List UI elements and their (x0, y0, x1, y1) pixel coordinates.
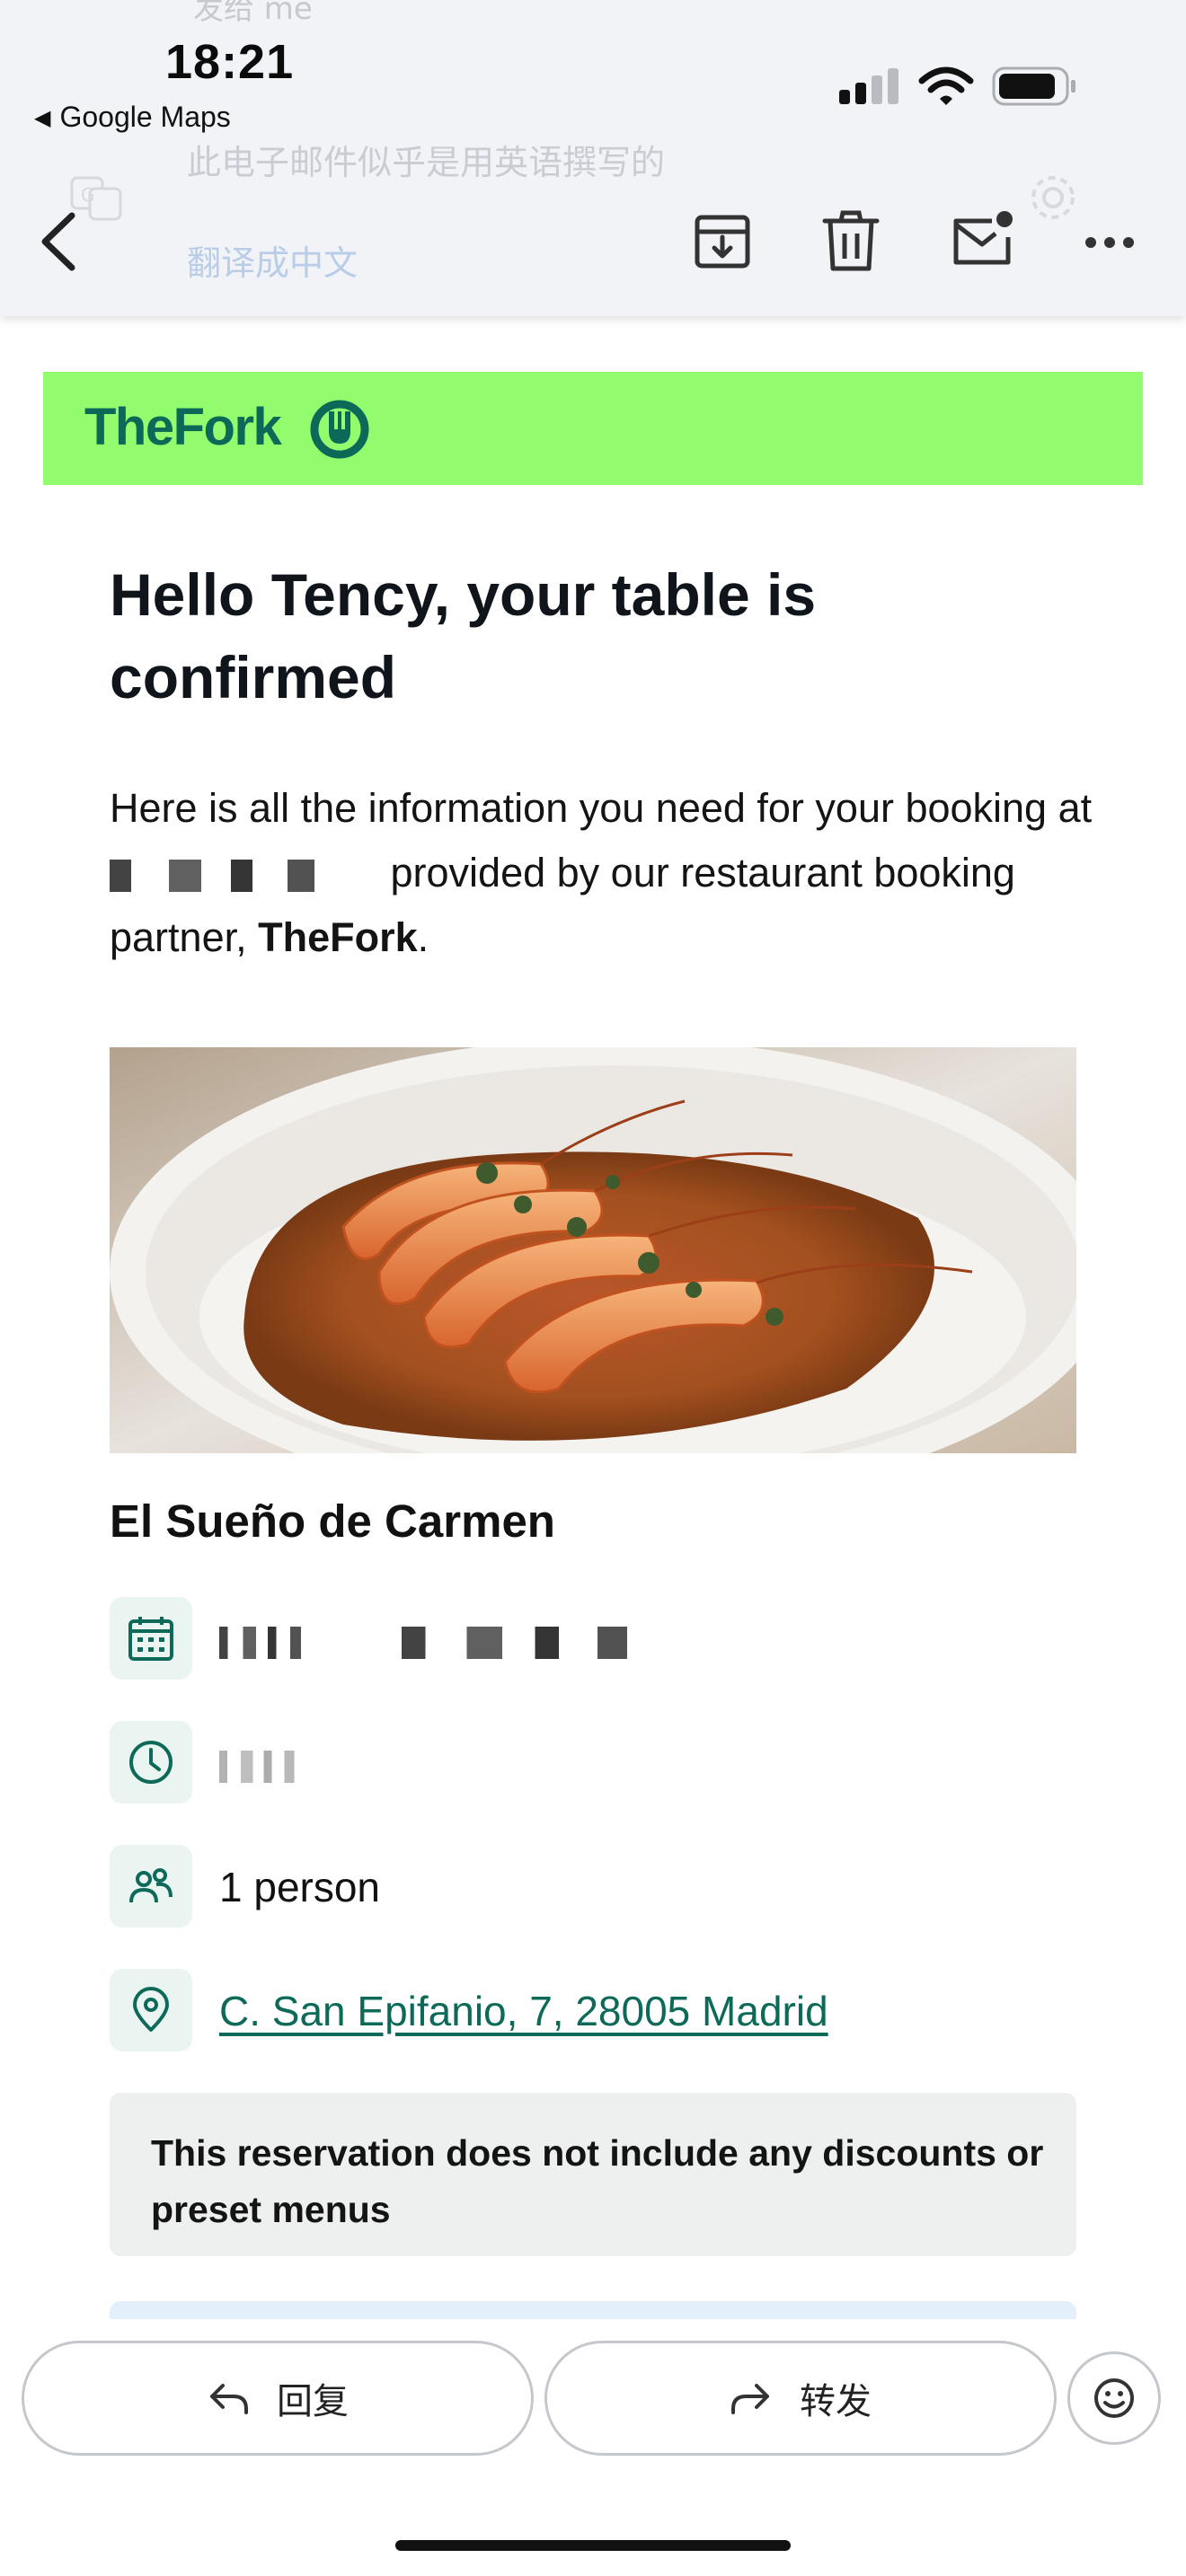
address-row: C. San Epifanio, 7, 28005 Madrid (110, 1969, 1098, 2051)
brand-banner: TheFork (43, 372, 1143, 485)
emoji-icon (1094, 2378, 1134, 2418)
svg-text:G: G (81, 184, 95, 206)
intro-text-part1: Here is all the information you need for… (110, 785, 1093, 831)
cellular-signal-icon (839, 68, 898, 104)
address-link[interactable]: C. San Epifanio, 7, 28005 Madrid (219, 1988, 828, 2034)
intro-end: . (417, 914, 429, 960)
party-size-row: 1 person (110, 1845, 1098, 1928)
back-triangle-icon: ◀ (34, 106, 51, 130)
gear-icon[interactable] (1026, 171, 1080, 225)
mail-top-bar: 发给 me G 此电子邮件似乎是用英语撰写的 翻译成中文 18:21 ◀ Goog… (0, 0, 1186, 316)
back-arrow-icon[interactable] (36, 210, 81, 273)
restaurant-name: El Sueño de Carmen (110, 1495, 555, 1547)
battery-icon (992, 66, 1075, 106)
booking-date-row (110, 1597, 1098, 1680)
booking-time-row (110, 1721, 1098, 1804)
mark-unread-icon[interactable] (951, 208, 1013, 269)
ghost-from-line: 发给 me (193, 0, 313, 27)
redacted-date-part2 (401, 1627, 698, 1659)
intro-brand-bold: TheFork (258, 914, 418, 960)
booking-time-value (219, 1739, 318, 1787)
forward-button[interactable]: 转发 (544, 2341, 1057, 2456)
booking-date-value (219, 1615, 698, 1663)
email-headline: Hello Tency, your table is confirmed (110, 561, 817, 710)
forward-label: 转发 (800, 2381, 872, 2422)
redacted-restaurant-name (110, 860, 379, 892)
people-icon (110, 1845, 192, 1928)
party-size-value: 1 person (219, 1864, 381, 1910)
notice-text: This reservation does not include any di… (151, 2132, 1044, 2230)
trash-icon[interactable] (821, 208, 881, 273)
reply-label: 回复 (277, 2381, 349, 2422)
thefork-logo-icon (310, 400, 369, 459)
home-indicator[interactable] (395, 2540, 791, 2551)
restaurant-photo (110, 1047, 1076, 1453)
language-notice: 此电子邮件似乎是用英语撰写的 (187, 143, 666, 182)
back-to-app-link[interactable]: ◀ Google Maps (34, 101, 231, 134)
redacted-date-part1 (219, 1627, 327, 1659)
wifi-icon (918, 66, 974, 105)
redacted-time (219, 1751, 318, 1783)
status-time: 18:21 (165, 35, 295, 89)
thefork-logo: TheFork (84, 398, 282, 456)
intro-paragraph: Here is all the information you need for… (110, 776, 1098, 970)
calendar-icon (110, 1597, 192, 1680)
notice-box: This reservation does not include any di… (110, 2093, 1076, 2256)
translate-link[interactable]: 翻译成中文 (187, 235, 358, 285)
emoji-reaction-button[interactable] (1067, 2351, 1161, 2445)
forward-arrow-icon (731, 2384, 769, 2414)
clock-icon (110, 1721, 192, 1804)
reply-arrow-icon (210, 2384, 248, 2414)
reply-button[interactable]: 回复 (22, 2341, 534, 2456)
back-to-app-label: Google Maps (59, 101, 231, 133)
archive-icon[interactable] (692, 210, 753, 271)
bottom-action-bar: 回复 转发 (0, 2319, 1186, 2576)
location-pin-icon (110, 1969, 192, 2051)
more-icon[interactable] (1084, 225, 1136, 260)
